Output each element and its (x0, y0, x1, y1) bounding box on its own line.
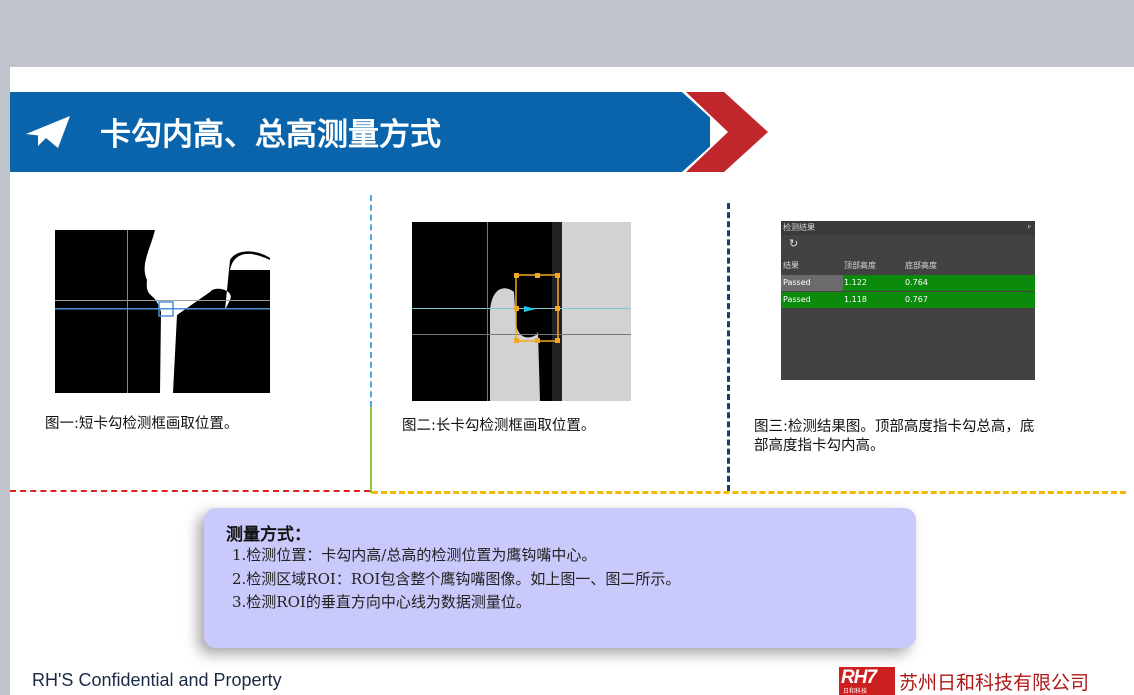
bottom-height-cell: 0.767 (905, 295, 928, 304)
method-title: 测量方式： (226, 525, 311, 545)
column-header: 结果 (783, 261, 799, 270)
top-height-cell: 1.122 (844, 278, 867, 287)
divider (370, 407, 372, 493)
confidential-notice: RH'S Confidential and Property (32, 670, 282, 690)
result-panel-title: 检测结果 (783, 223, 815, 232)
banner-arrow-icon (682, 92, 768, 172)
company-logo: RH7 日和科技 (839, 667, 895, 695)
result-columns: 结果 顶部高度 底部高度 (781, 260, 1035, 274)
divider (370, 195, 372, 407)
result-panel: 检测结果 ᵖ ↻ 结果 顶部高度 底部高度 Passed 1.122 0.764… (781, 221, 1035, 380)
figure-2-image (412, 222, 631, 401)
result-cell: Passed (783, 295, 811, 304)
method-list: 1.检测位置：卡勾内高/总高的检测位置为鹰钩嘴中心。 2.检测区域ROI：ROI… (232, 544, 680, 615)
figure-1-image (55, 230, 270, 393)
method-item: 2.检测区域ROI：ROI包含整个鹰钩嘴图像。如上图一、图二所示。 (232, 569, 681, 588)
method-item: 3.检测ROI的垂直方向中心线为数据测量位。 (232, 593, 531, 611)
slide: 卡勾内高、总高测量方式 图一:短卡勾检测框画取位置。 图二:长卡勾检测框画取位置… (10, 67, 1134, 695)
measurement-method-box: 测量方式： 1.检测位置：卡勾内高/总高的检测位置为鹰钩嘴中心。 2.检测区域R… (204, 508, 916, 648)
result-panel-header: 检测结果 ᵖ (781, 221, 1035, 235)
result-cell: Passed (781, 275, 843, 291)
figure-1-caption: 图一:短卡勾检测框画取位置。 (45, 416, 239, 432)
column-header: 顶部高度 (844, 261, 876, 270)
top-height-cell: 1.118 (844, 295, 867, 304)
pin-icon[interactable]: ᵖ (1028, 221, 1031, 235)
page-title: 卡勾内高、总高测量方式 (100, 117, 441, 153)
figure-3-caption-line1: 图三:检测结果图。顶部高度指卡勾总高，底 (754, 419, 1035, 435)
result-row[interactable]: Passed 1.118 0.767 (781, 292, 1035, 308)
figure-3-caption: 图三:检测结果图。顶部高度指卡勾总高，底 部高度指卡勾内高。 (754, 418, 1034, 456)
divider (727, 203, 730, 491)
column-header: 底部高度 (905, 261, 937, 270)
paper-plane-icon (26, 116, 70, 148)
figure-2-caption: 图二:长卡勾检测框画取位置。 (402, 418, 596, 434)
company-name: 苏州日和科技有限公司 (899, 672, 1090, 694)
logo-subtext: 日和科技 (843, 688, 868, 695)
result-row[interactable]: Passed 1.122 0.764 (781, 275, 1035, 291)
divider (372, 491, 1126, 494)
method-item: 1.检测位置：卡勾内高/总高的检测位置为鹰钩嘴中心。 (232, 546, 597, 564)
divider (10, 490, 370, 492)
bottom-height-cell: 0.764 (905, 278, 928, 287)
figure-3-caption-line2: 部高度指卡勾内高。 (754, 438, 885, 454)
refresh-icon[interactable]: ↻ (789, 237, 798, 250)
